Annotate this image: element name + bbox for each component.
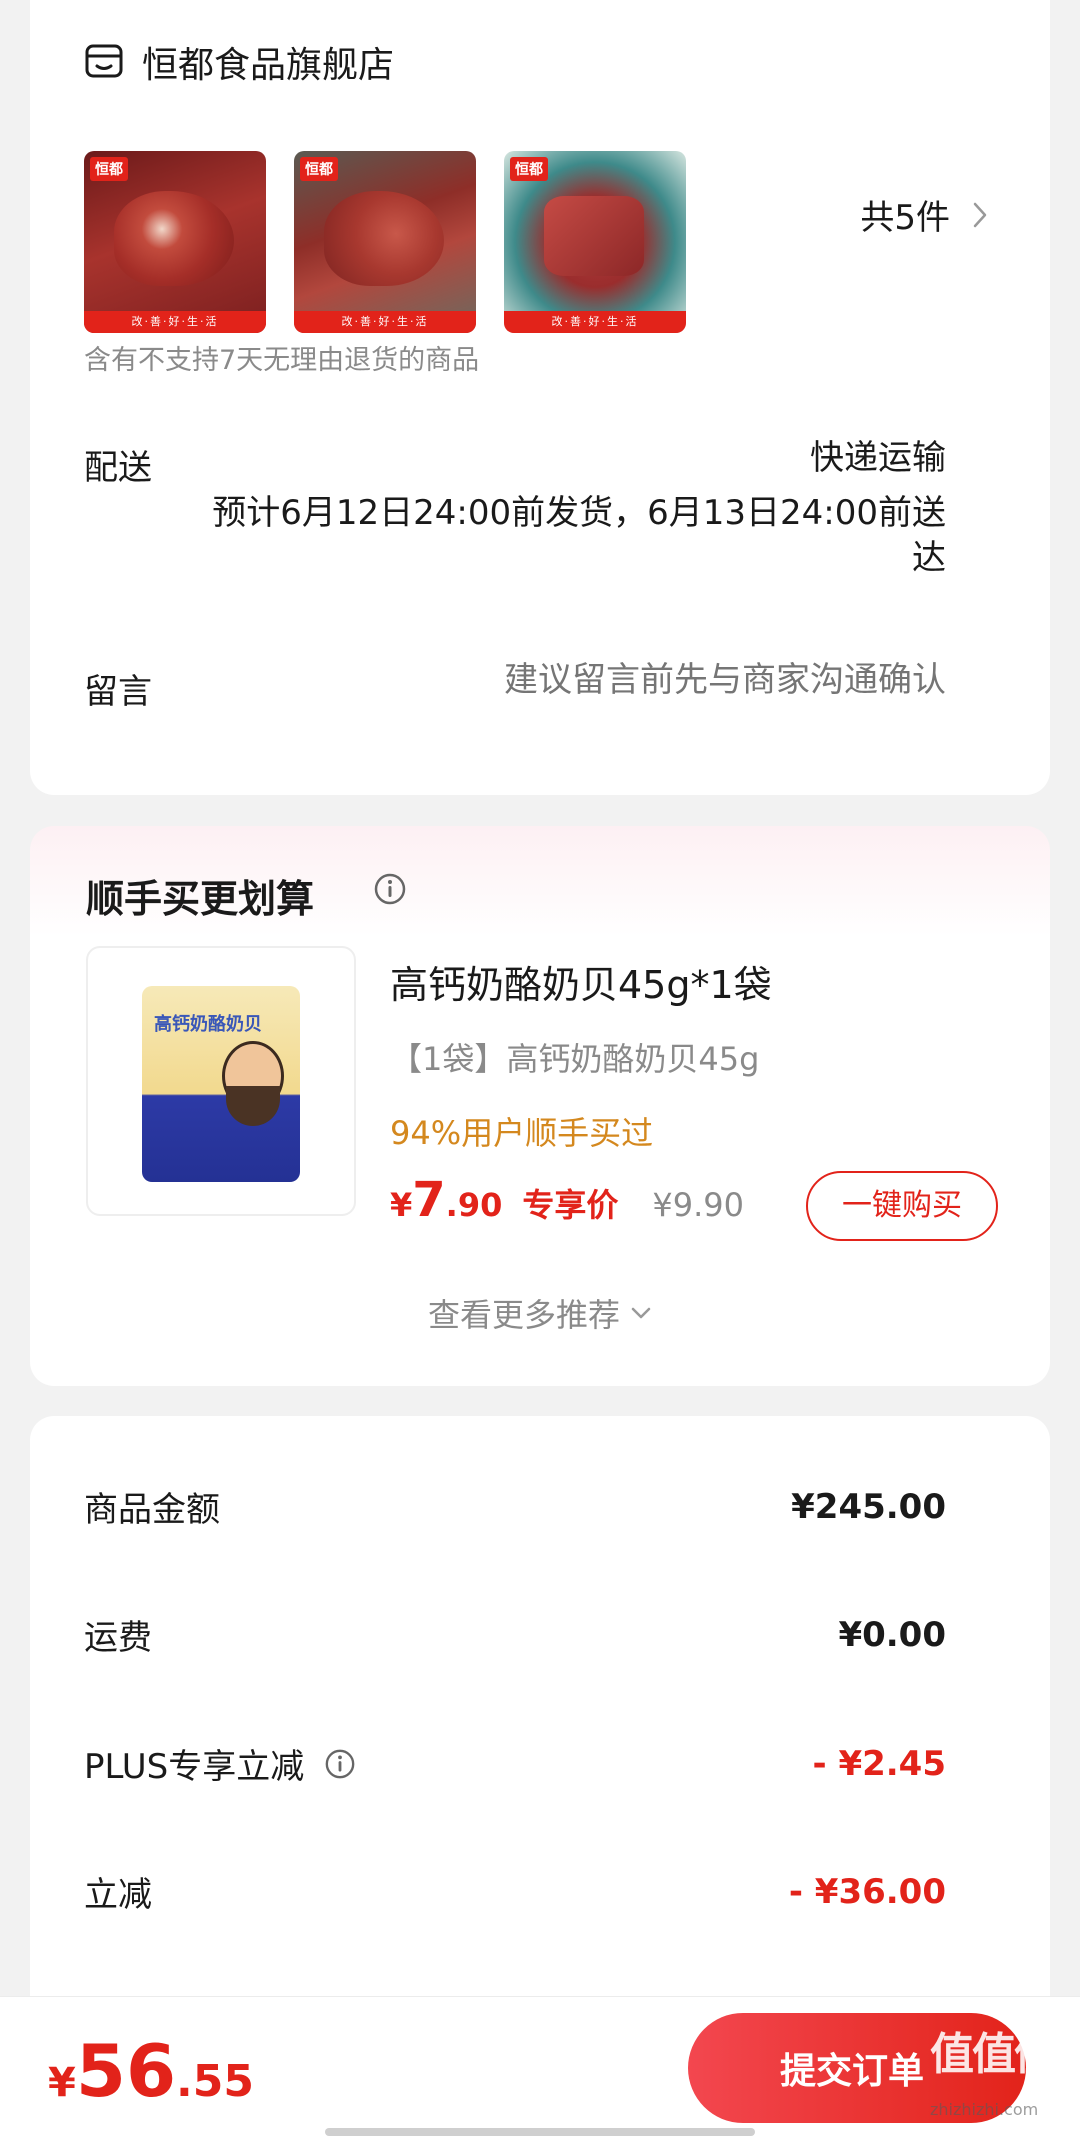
store-icon [85,44,123,78]
delivery-label: 配送 [84,448,152,488]
total-integer: 56 [75,2029,177,2113]
chevron-down-icon [631,1307,651,1319]
recommendation-title: 顺手买更划算 [86,877,315,921]
exclusive-price-label: 专享价 [522,1186,619,1224]
home-indicator[interactable] [325,2128,755,2136]
goods-amount-label: 商品金额 [84,1490,220,1530]
item-count-link[interactable]: 共5件 [860,190,988,239]
discount-value: - ¥36.00 [788,1871,946,1912]
message-input[interactable] [326,660,946,700]
order-total: ¥ 56 .55 [48,2029,254,2113]
recommendation-card: 顺手买更划算 高钙奶酪奶贝 高钙奶酪奶贝45g*1袋 【1袋】高钙奶酪奶贝45g… [30,826,1050,1386]
price-integer: 7 [412,1172,446,1228]
summary-row-plus: PLUS专享立减 - ¥2.45 [84,1739,946,1788]
return-policy-notice: 含有不支持7天无理由退货的商品 [84,345,480,376]
total-currency: ¥ [48,2060,76,2106]
price-currency: ¥ [390,1186,413,1224]
plus-discount-label-group: PLUS专享立减 [84,1739,356,1788]
summary-row-shipping: 运费 ¥0.00 [84,1610,946,1659]
product-thumbnail[interactable]: 恒都 改·善·好·生·活 [84,151,266,333]
see-more-label: 查看更多推荐 [427,1296,620,1334]
steak-image [544,196,644,276]
brand-tag: 恒都 [510,157,548,181]
checkout-bar: ¥ 56 .55 提交订单 [0,1996,1080,2136]
thumb-footer: 改·善·好·生·活 [294,311,476,333]
product-thumbnails[interactable]: 恒都 改·善·好·生·活 恒都 改·善·好·生·活 恒都 改·善·好·生·活 [84,151,686,333]
delivery-estimate: 预计6月12日24:00前发货，6月13日24:00前送达 [212,493,946,578]
recommended-product-name[interactable]: 高钙奶酪奶贝45g*1袋 [390,954,772,1009]
info-icon[interactable] [324,1748,356,1780]
original-price: ¥9.90 [652,1186,744,1224]
watermark-logo: 值值值 [930,2029,1058,2080]
bag-label: 高钙奶酪奶贝 [154,1014,262,1035]
delivery-info[interactable]: 快递运输 预计6月12日24:00前发货，6月13日24:00前送达 [186,436,946,581]
thumb-footer: 改·善·好·生·活 [504,311,686,333]
info-icon[interactable] [373,872,407,906]
store-name: 恒都食品旗舰店 [142,45,395,86]
store-card: 恒都食品旗舰店 恒都 改·善·好·生·活 恒都 改·善·好·生·活 恒都 改·善… [30,0,1050,795]
shipping-value: ¥0.00 [838,1614,946,1655]
product-thumbnail[interactable]: 恒都 改·善·好·生·活 [294,151,476,333]
steak-image [114,191,234,286]
goods-amount-value: ¥245.00 [791,1486,946,1527]
recommended-price: ¥ 7 .90 专享价 ¥9.90 [390,1172,744,1228]
one-click-buy-button[interactable]: 一键购买 [806,1171,998,1241]
plus-discount-label: PLUS专享立减 [84,1747,305,1787]
total-decimal: .55 [176,2056,254,2107]
cheese-bag-image: 高钙奶酪奶贝 [142,986,300,1182]
brand-tag: 恒都 [300,157,338,181]
price-decimal: .90 [445,1186,503,1224]
discount-label: 立减 [84,1875,152,1915]
chevron-right-icon [973,202,987,227]
social-proof-text: 94%用户顺手买过 [390,1114,654,1152]
summary-row-discount: 立减 - ¥36.00 [84,1867,946,1916]
item-count: 共5件 [860,198,950,238]
see-more-recommendations[interactable]: 查看更多推荐 [30,1290,1050,1336]
thumb-footer: 改·善·好·生·活 [84,311,266,333]
watermark-url: zhizhizhi.com [930,2100,1039,2119]
recommended-product-spec: 【1袋】高钙奶酪奶贝45g [390,1040,760,1078]
delivery-method: 快递运输 [810,438,946,478]
message-label: 留言 [84,672,152,712]
steak-image [324,191,444,286]
store-header[interactable]: 恒都食品旗舰店 [84,36,394,88]
recommended-product-image[interactable]: 高钙奶酪奶贝 [86,946,356,1216]
summary-row-goods: 商品金额 ¥245.00 [84,1482,946,1531]
shipping-label: 运费 [84,1618,152,1658]
mascot-beard [226,1086,280,1126]
brand-tag: 恒都 [90,157,128,181]
product-thumbnail[interactable]: 恒都 改·善·好·生·活 [504,151,686,333]
plus-discount-value: - ¥2.45 [812,1743,947,1784]
